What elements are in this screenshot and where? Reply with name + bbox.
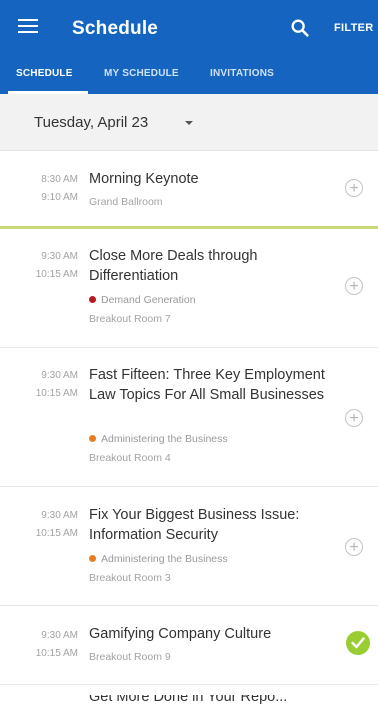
start-time: 9:30 AM — [41, 370, 78, 381]
end-time: 10:15 AM — [35, 528, 78, 539]
track-label: Administering the Business — [101, 433, 228, 445]
session-track: Demand Generation — [89, 294, 196, 306]
session-room: Breakout Room 7 — [89, 313, 171, 325]
session-times: 8:30 AM 9:10 AM — [0, 171, 78, 207]
tab-my-schedule[interactable]: MY SCHEDULE — [104, 68, 179, 79]
session-track: Administering the Business — [89, 433, 228, 445]
start-time: 9:30 AM — [41, 630, 78, 641]
session-title: Fast Fifteen: Three Key Employment Law T… — [89, 367, 325, 403]
session-title: Get More Done in Your Repo... — [89, 695, 288, 705]
start-time: 9:30 AM — [41, 510, 78, 521]
track-label: Demand Generation — [101, 294, 196, 306]
session-times: 9:30 AM 10:15 AM — [0, 507, 78, 543]
page-title: Schedule — [72, 18, 159, 39]
hamburger-icon[interactable] — [18, 19, 38, 37]
session-times: 9:30 AM 10:15 AM — [0, 248, 78, 284]
session-track: Administering the Business — [89, 553, 228, 565]
date-value: Tuesday, April 23 — [34, 114, 149, 131]
filter-button[interactable]: FILTER — [334, 22, 373, 34]
search-icon[interactable] — [289, 17, 311, 39]
app-bar: Schedule FILTER SCHEDULE MY SCHEDULE INV… — [0, 0, 378, 94]
track-label: Administering the Business — [101, 553, 228, 565]
session-title: Gamifying Company Culture — [89, 626, 272, 642]
end-time: 10:15 AM — [35, 388, 78, 399]
tab-invitations[interactable]: INVITATIONS — [210, 68, 274, 79]
session-room: Breakout Room 3 — [89, 572, 171, 584]
session-item[interactable]: Get More Done in Your Repo... — [0, 695, 378, 707]
track-color-dot — [89, 554, 96, 562]
track-color-dot — [89, 295, 96, 303]
end-time: 10:15 AM — [35, 648, 78, 659]
track-color-dot — [89, 434, 96, 442]
caret-down-icon[interactable] — [185, 121, 193, 125]
added-to-schedule-button[interactable] — [346, 631, 370, 655]
start-time: 8:30 AM — [41, 174, 78, 185]
session-title: Fix Your Biggest Business Issue: Informa… — [89, 507, 300, 543]
session-title: Morning Keynote — [89, 171, 199, 187]
session-times: 9:30 AM 10:15 AM — [0, 627, 78, 663]
add-to-schedule-button[interactable]: + — [345, 409, 363, 427]
session-item[interactable]: 9:30 AM 10:15 AM Fast Fifteen: Three Key… — [0, 348, 378, 487]
session-room: Breakout Room 9 — [89, 651, 171, 663]
end-time: 10:15 AM — [35, 269, 78, 280]
session-title: Close More Deals through Differentiation — [89, 248, 258, 284]
session-item[interactable]: 9:30 AM 10:15 AM Fix Your Biggest Busine… — [0, 487, 378, 606]
session-room: Breakout Room 4 — [89, 452, 171, 464]
session-item[interactable]: 9:30 AM 10:15 AM Gamifying Company Cultu… — [0, 606, 378, 685]
tab-bar: SCHEDULE MY SCHEDULE INVITATIONS — [0, 56, 378, 94]
date-selector[interactable]: Tuesday, April 23 — [0, 94, 378, 151]
add-to-schedule-button[interactable]: + — [345, 277, 363, 295]
start-time: 9:30 AM — [41, 251, 78, 262]
session-room: Grand Ballroom — [89, 196, 163, 208]
session-item[interactable]: 8:30 AM 9:10 AM Morning Keynote Grand Ba… — [0, 151, 378, 229]
session-times: 9:30 AM 10:15 AM — [0, 367, 78, 403]
end-time: 9:10 AM — [41, 192, 78, 203]
add-to-schedule-button[interactable]: + — [345, 538, 363, 556]
session-item[interactable]: 9:30 AM 10:15 AM Close More Deals throug… — [0, 229, 378, 348]
add-to-schedule-button[interactable]: + — [345, 179, 363, 197]
check-icon — [351, 637, 365, 649]
tab-schedule[interactable]: SCHEDULE — [16, 68, 73, 79]
